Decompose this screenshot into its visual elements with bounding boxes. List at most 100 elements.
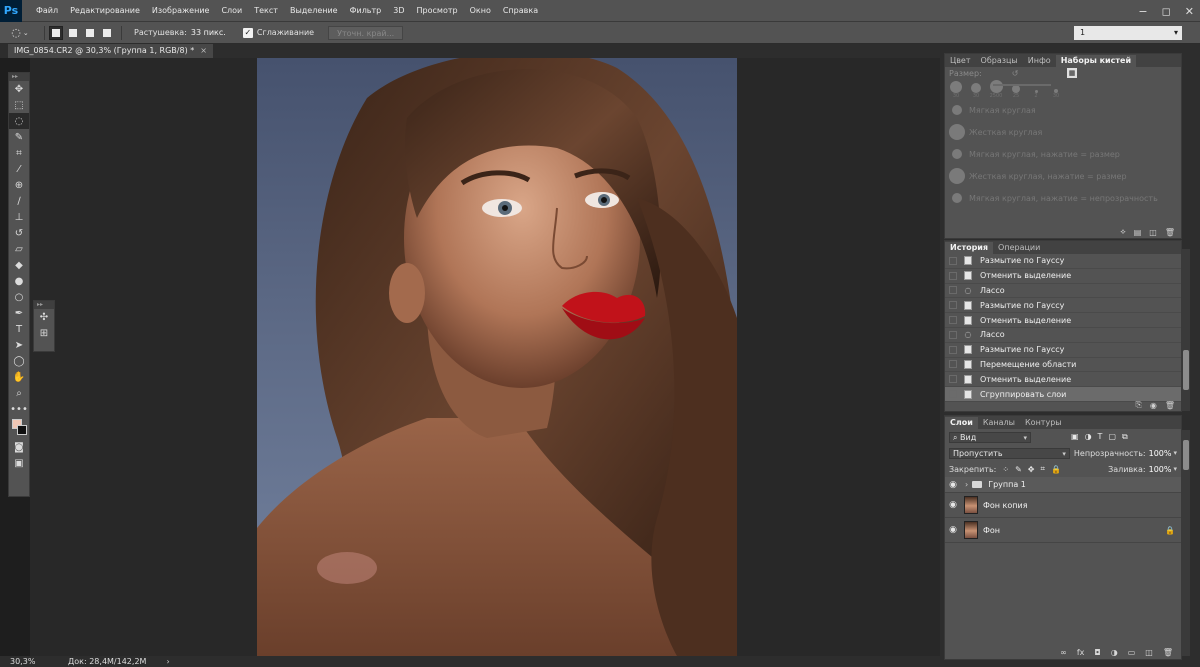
panel-tab[interactable]: Цвет — [945, 55, 976, 67]
color-swatches[interactable] — [9, 417, 29, 439]
clone-source-icon[interactable]: ⊞ — [34, 325, 54, 341]
menu-item[interactable]: Файл — [30, 0, 64, 22]
panel-tab[interactable]: История — [945, 242, 994, 254]
history-item[interactable]: ◌ Лассо — [945, 328, 1181, 343]
brush-tip[interactable]: 2 — [1029, 90, 1043, 99]
move-tool-icon[interactable]: ✥ — [9, 81, 29, 97]
panel-tab[interactable]: Слои — [945, 417, 978, 429]
adjustment-layer-icon[interactable]: ◑ — [1111, 648, 1118, 657]
history-item[interactable]: Отменить выделение — [945, 372, 1181, 388]
background-color-swatch[interactable] — [17, 425, 27, 435]
quick-mask-icon[interactable]: ◙ — [9, 439, 29, 455]
layer-row[interactable]: ◉ Фон копия — [945, 493, 1181, 518]
brush-tool-icon[interactable]: ∕ — [9, 193, 29, 209]
history-scrollbar-thumb[interactable] — [1183, 350, 1189, 390]
document-tab[interactable]: IMG_0854.CR2 @ 30,3% (Группа 1, RGB/8) *… — [8, 44, 213, 58]
lock-position-icon[interactable]: ✥ — [1028, 465, 1035, 474]
smart-object-filter-icon[interactable]: ⧉ — [1122, 432, 1128, 442]
feather-input[interactable]: 33 пикс. — [191, 28, 235, 37]
new-document-from-state-icon[interactable]: ⎘ — [1135, 400, 1141, 410]
layer-style-icon[interactable]: fx — [1077, 648, 1085, 657]
toggle-brush-panel-icon[interactable]: ⟡ — [1120, 227, 1125, 237]
history-brush-source-checkbox[interactable] — [949, 360, 957, 369]
layer-row[interactable]: ◉ Фон 🔒 — [945, 518, 1181, 543]
history-brush-tool-icon[interactable]: ↺ — [9, 225, 29, 241]
chevron-down-icon[interactable]: ▾ — [1173, 449, 1177, 457]
menu-item[interactable]: Текст — [248, 0, 284, 22]
visibility-eye-icon[interactable]: ◉ — [945, 525, 961, 535]
lock-all-icon[interactable]: 🔒 — [1051, 465, 1061, 474]
trash-icon[interactable]: 🗑 — [1165, 228, 1175, 237]
crop-tool-icon[interactable]: ⌗ — [9, 145, 29, 161]
new-preset-icon[interactable]: ◫ — [1149, 228, 1157, 237]
refine-edge-button[interactable]: Уточн. край... — [328, 25, 404, 40]
history-brush-source-checkbox[interactable] — [949, 345, 957, 354]
history-brush-source-checkbox[interactable] — [949, 301, 957, 310]
history-brush-source-checkbox[interactable] — [949, 256, 957, 265]
history-brush-source-checkbox[interactable] — [949, 286, 957, 295]
close-window-button[interactable]: ✕ — [1185, 5, 1194, 18]
layer-group-row[interactable]: ◉ › Группа 1 — [945, 477, 1181, 493]
eyedropper-tool-icon[interactable]: ⁄ — [9, 161, 29, 177]
menu-item[interactable]: Справка — [497, 0, 544, 22]
shape-filter-icon[interactable]: ▢ — [1108, 432, 1116, 442]
opacity-value[interactable]: 100% — [1149, 449, 1172, 458]
add-mask-icon[interactable]: ◘ — [1094, 648, 1100, 657]
type-tool-icon[interactable]: T — [9, 321, 29, 337]
zoom-tool-icon[interactable]: ⌕ — [9, 385, 29, 401]
healing-brush-tool-icon[interactable]: ⊕ — [9, 177, 29, 193]
status-menu-arrow[interactable]: › — [166, 657, 169, 666]
brush-preset-icon[interactable]: ✣ — [34, 309, 54, 325]
new-group-icon[interactable]: ▭ — [1128, 648, 1136, 657]
history-brush-source-checkbox[interactable] — [949, 390, 957, 399]
panel-tab[interactable]: Образцы — [976, 55, 1023, 67]
new-selection-button[interactable] — [49, 25, 63, 40]
dodge-tool-icon[interactable]: ○ — [9, 289, 29, 305]
close-tab-icon[interactable]: × — [200, 46, 207, 55]
pen-tool-icon[interactable]: ✒ — [9, 305, 29, 321]
layers-scrollbar-thumb[interactable] — [1183, 440, 1189, 470]
trash-icon[interactable]: 🗑 — [1163, 648, 1173, 657]
adjustment-filter-icon[interactable]: ◑ — [1085, 432, 1092, 442]
brush-tip[interactable]: 30 — [949, 81, 963, 99]
link-layers-icon[interactable]: ∞ — [1060, 648, 1067, 657]
clone-stamp-tool-icon[interactable]: ⊥ — [9, 209, 29, 225]
brush-panel-options-icon[interactable]: ▦ — [1067, 68, 1077, 78]
brush-tip[interactable]: 2500 — [989, 80, 1003, 99]
lock-transparent-icon[interactable]: ⁘ — [1002, 465, 1009, 474]
brush-options-icon[interactable]: ▤ — [1134, 228, 1142, 237]
trash-icon[interactable]: 🗑 — [1165, 401, 1175, 410]
panel-tab[interactable]: Операции — [993, 242, 1045, 254]
menu-item[interactable]: Выделение — [284, 0, 344, 22]
type-filter-icon[interactable]: T — [1098, 432, 1103, 442]
snapshot-camera-icon[interactable]: ◉ — [1150, 401, 1157, 410]
panel-tab[interactable]: Контуры — [1020, 417, 1067, 429]
marquee-tool-icon[interactable]: ⬚ — [9, 97, 29, 113]
panel-tab[interactable]: Наборы кистей — [1055, 55, 1137, 67]
menu-item[interactable]: Изображение — [146, 0, 216, 22]
toolbar-grip[interactable]: ▸▸ — [34, 301, 54, 309]
menu-item[interactable]: Просмотр — [411, 0, 464, 22]
shape-tool-icon[interactable]: ◯ — [9, 353, 29, 369]
more-tools-icon[interactable]: ••• — [9, 401, 29, 417]
new-layer-icon[interactable]: ◫ — [1145, 648, 1153, 657]
intersect-selection-button[interactable] — [100, 26, 114, 40]
toolbar-grip[interactable]: ▸▸ — [9, 73, 29, 81]
zoom-level[interactable]: 30,3% — [10, 657, 50, 666]
add-to-selection-button[interactable] — [66, 26, 80, 40]
hand-tool-icon[interactable]: ✋ — [9, 369, 29, 385]
menu-item[interactable]: 3D — [387, 0, 410, 22]
menu-item[interactable]: Редактирование — [64, 0, 146, 22]
menu-item[interactable]: Окно — [464, 0, 497, 22]
history-item[interactable]: Перемещение области — [945, 358, 1181, 373]
history-item[interactable]: ◌ Лассо — [945, 284, 1181, 299]
history-brush-source-checkbox[interactable] — [949, 271, 957, 280]
menu-item[interactable]: Слои — [215, 0, 248, 22]
brush-preset-item[interactable]: Жесткая круглая, нажатие = размер — [945, 165, 1181, 187]
restore-button[interactable]: ◻ — [1162, 5, 1171, 18]
expand-group-icon[interactable]: › — [965, 480, 968, 489]
chevron-down-icon[interactable]: ▾ — [1173, 465, 1177, 473]
paint-bucket-tool-icon[interactable]: ◆ — [9, 257, 29, 273]
panel-tab[interactable]: Инфо — [1023, 55, 1056, 67]
screen-mode-icon[interactable]: ▣ — [9, 455, 29, 471]
